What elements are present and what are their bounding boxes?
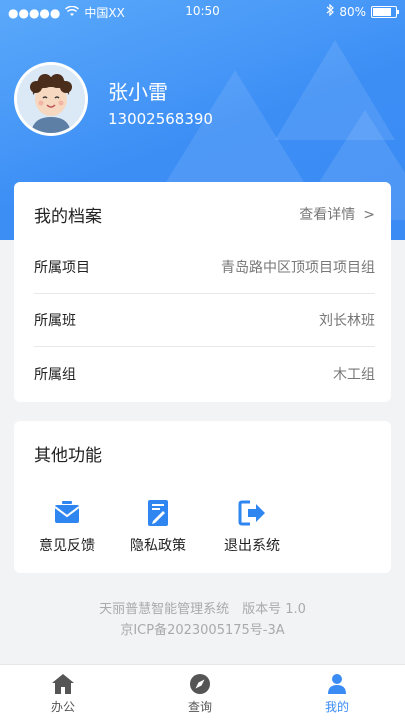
tab-query[interactable]: 查询 <box>170 673 230 715</box>
archive-row-group: 所属组 木工组 <box>34 347 375 400</box>
archive-card: 我的档案 查看详情 > 所属项目 青岛路中区顶项目项目组 所属班 刘长林班 所属组… <box>14 182 391 402</box>
compass-icon <box>190 674 210 694</box>
battery-percent: 80% <box>339 4 366 19</box>
archive-row-team: 所属班 刘长林班 <box>34 294 375 347</box>
avatar-illustration-icon <box>17 65 85 133</box>
logout-label: 退出系统 <box>224 538 280 554</box>
row-value: 刘长林班 <box>319 313 375 329</box>
privacy-policy-button[interactable]: 隐私政策 <box>118 499 198 555</box>
privacy-document-icon <box>148 500 168 526</box>
privacy-policy-label: 隐私政策 <box>130 538 186 554</box>
row-label: 所属项目 <box>34 260 90 276</box>
home-icon <box>52 674 74 694</box>
archive-row-project: 所属项目 青岛路中区顶项目项目组 <box>34 241 375 294</box>
tab-mine-label: 我的 <box>324 700 349 714</box>
logout-icon <box>238 500 265 526</box>
view-details-label: 查看详情 <box>299 207 356 223</box>
header-decoration <box>155 70 315 200</box>
logout-button[interactable]: 退出系统 <box>212 499 292 555</box>
view-details-link[interactable]: 查看详情 > <box>299 204 375 224</box>
tab-office-label: 办公 <box>50 700 75 714</box>
other-functions-card: 其他功能 意见反馈 隐私政策 退出系统 <box>14 421 391 573</box>
app-version-text: 天丽普慧智能管理系统 版本号 1.0 <box>99 602 306 617</box>
battery-icon <box>371 5 399 18</box>
avatar[interactable] <box>14 62 88 136</box>
bottom-tab-bar: 办公 查询 我的 <box>0 664 405 720</box>
user-name: 张小雷 <box>108 80 168 104</box>
feedback-label: 意见反馈 <box>39 538 95 554</box>
icp-record-text: 京ICP备2023005175号-3A <box>120 623 285 638</box>
bluetooth-icon <box>326 3 335 19</box>
user-phone: 13002568390 <box>108 110 213 128</box>
archive-title: 我的档案 <box>34 207 102 227</box>
tab-office[interactable]: 办公 <box>33 673 93 715</box>
row-label: 所属班 <box>34 313 76 329</box>
row-value: 木工组 <box>333 366 375 383</box>
status-bar: ●●●●● 中国XX 10:50 80% <box>0 0 405 24</box>
feedback-button[interactable]: 意见反馈 <box>27 499 107 555</box>
feedback-envelope-icon <box>54 501 80 523</box>
tab-query-label: 查询 <box>187 700 212 714</box>
person-icon <box>328 674 346 694</box>
chevron-right-icon: > <box>363 207 375 223</box>
tab-mine[interactable]: 我的 <box>307 673 367 715</box>
row-value: 青岛路中区顶项目项目组 <box>221 260 375 276</box>
functions-title: 其他功能 <box>34 446 102 466</box>
row-label: 所属组 <box>34 366 76 383</box>
